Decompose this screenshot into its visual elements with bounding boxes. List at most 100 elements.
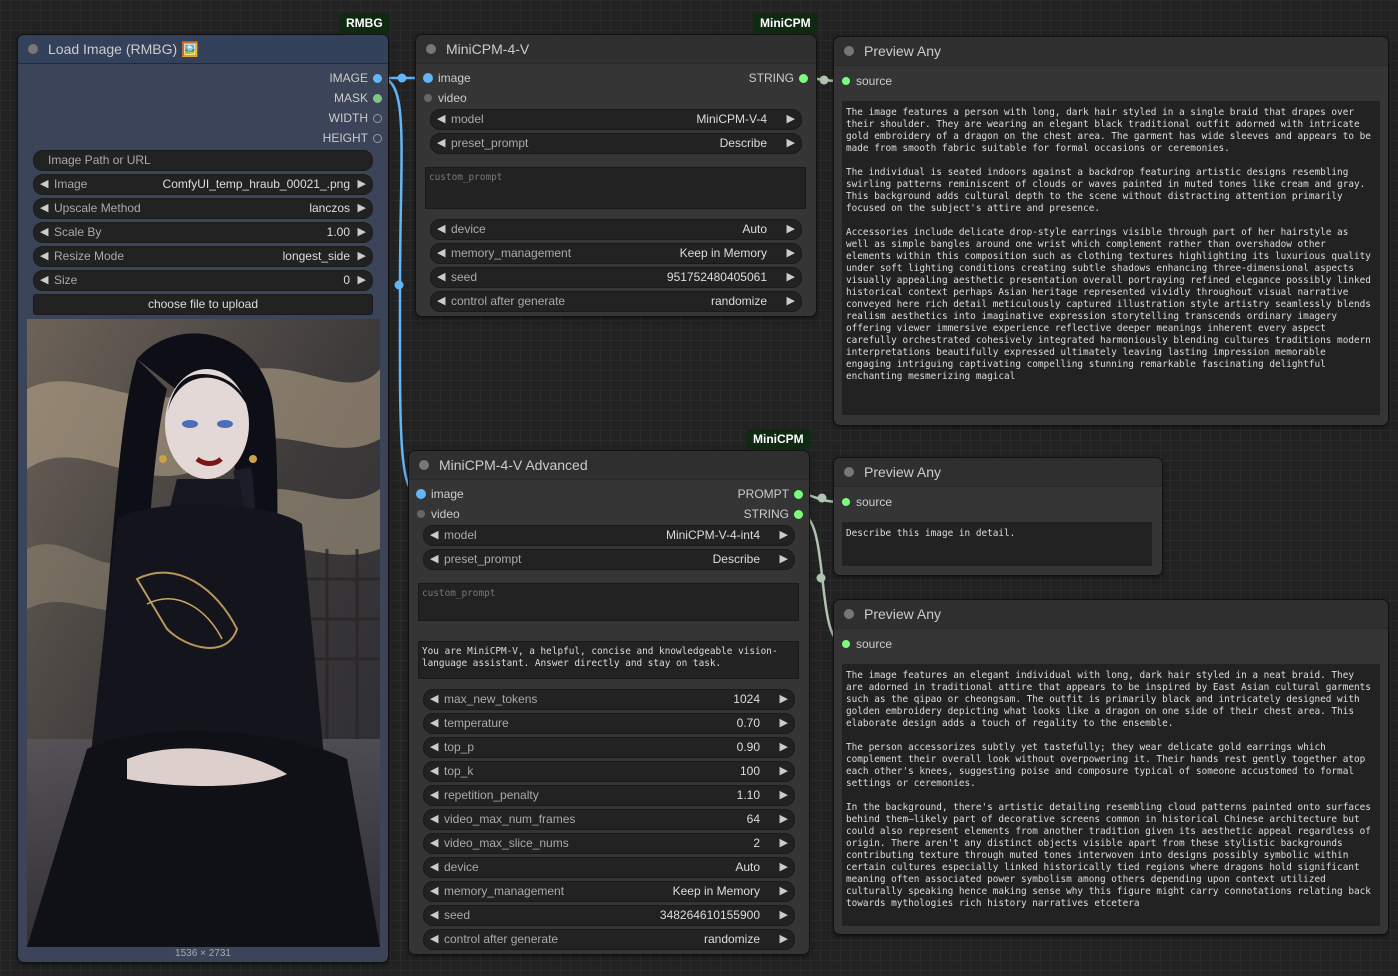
source-slot-icon[interactable] bbox=[842, 498, 850, 506]
arrow-left-icon[interactable]: ◀ bbox=[40, 271, 48, 290]
arrow-right-icon[interactable]: ▶ bbox=[780, 810, 788, 829]
width-slot-icon[interactable] bbox=[373, 114, 382, 123]
custom-prompt-textarea[interactable]: custom_prompt bbox=[418, 583, 799, 621]
input-video[interactable]: video bbox=[420, 88, 467, 108]
preview-any-title[interactable]: Preview Any bbox=[834, 458, 1162, 487]
output-string[interactable]: STRING bbox=[669, 504, 805, 524]
memory-management-select[interactable]: ◀ memory_management Keep in Memory ▶ bbox=[423, 881, 795, 902]
preview-text[interactable]: The image features a person with long, d… bbox=[842, 101, 1380, 415]
device-select[interactable]: ◀ device Auto ▶ bbox=[430, 219, 802, 240]
temperature-input[interactable]: ◀ temperature 0.70 ▶ bbox=[423, 713, 795, 734]
arrow-left-icon[interactable]: ◀ bbox=[40, 199, 48, 218]
arrow-left-icon[interactable]: ◀ bbox=[430, 906, 438, 925]
arrow-right-icon[interactable]: ▶ bbox=[780, 858, 788, 877]
arrow-right-icon[interactable]: ▶ bbox=[780, 690, 788, 709]
arrow-right-icon[interactable]: ▶ bbox=[787, 268, 795, 287]
arrow-right-icon[interactable]: ▶ bbox=[780, 930, 788, 949]
control-after-generate-select[interactable]: ◀ control after generate randomize ▶ bbox=[430, 291, 802, 312]
arrow-right-icon[interactable]: ▶ bbox=[787, 110, 795, 129]
image-slot-icon[interactable] bbox=[424, 74, 432, 82]
output-image[interactable]: IMAGE bbox=[248, 68, 384, 88]
top-p-input[interactable]: ◀ top_p 0.90 ▶ bbox=[423, 737, 795, 758]
string-slot-icon[interactable] bbox=[799, 74, 808, 83]
arrow-left-icon[interactable]: ◀ bbox=[430, 858, 438, 877]
output-string[interactable]: STRING bbox=[674, 68, 810, 88]
arrow-right-icon[interactable]: ▶ bbox=[780, 834, 788, 853]
arrow-left-icon[interactable]: ◀ bbox=[437, 268, 445, 287]
arrow-left-icon[interactable]: ◀ bbox=[430, 834, 438, 853]
system-prompt-textarea[interactable]: You are MiniCPM-V, a helpful, concise an… bbox=[418, 641, 799, 679]
arrow-left-icon[interactable]: ◀ bbox=[430, 550, 438, 569]
arrow-left-icon[interactable]: ◀ bbox=[437, 220, 445, 239]
arrow-left-icon[interactable]: ◀ bbox=[430, 882, 438, 901]
arrow-left-icon[interactable]: ◀ bbox=[430, 762, 438, 781]
arrow-left-icon[interactable]: ◀ bbox=[437, 244, 445, 263]
arrow-right-icon[interactable]: ▶ bbox=[358, 271, 366, 290]
preview-any-title[interactable]: Preview Any bbox=[834, 37, 1388, 66]
arrow-right-icon[interactable]: ▶ bbox=[787, 244, 795, 263]
video-max-slice-nums-input[interactable]: ◀ video_max_slice_nums 2 ▶ bbox=[423, 833, 795, 854]
upload-button[interactable]: choose file to upload bbox=[33, 294, 373, 315]
output-width[interactable]: WIDTH bbox=[248, 108, 384, 128]
video-slot-icon[interactable] bbox=[424, 94, 432, 102]
arrow-right-icon[interactable]: ▶ bbox=[780, 738, 788, 757]
arrow-left-icon[interactable]: ◀ bbox=[430, 810, 438, 829]
custom-prompt-textarea[interactable]: custom_prompt bbox=[425, 167, 806, 209]
preview-any-node-2[interactable]: Preview Any source Describe this image i… bbox=[834, 458, 1162, 575]
height-slot-icon[interactable] bbox=[373, 134, 382, 143]
arrow-left-icon[interactable]: ◀ bbox=[430, 786, 438, 805]
image-path-input[interactable]: Image Path or URL bbox=[33, 150, 373, 171]
preview-any-title[interactable]: Preview Any bbox=[834, 600, 1388, 629]
collapse-dot-icon[interactable] bbox=[844, 467, 854, 477]
upscale-method-select[interactable]: ◀ Upscale Method lanczos ▶ bbox=[33, 198, 373, 219]
preview-any-node-3[interactable]: Preview Any source The image features an… bbox=[834, 600, 1388, 934]
model-select[interactable]: ◀ model MiniCPM-V-4-int4 ▶ bbox=[423, 525, 795, 546]
preview-text[interactable]: Describe this image in detail. bbox=[842, 522, 1152, 566]
source-slot-icon[interactable] bbox=[842, 640, 850, 648]
arrow-left-icon[interactable]: ◀ bbox=[437, 134, 445, 153]
input-video[interactable]: video bbox=[413, 504, 460, 524]
output-height[interactable]: HEIGHT bbox=[248, 128, 384, 148]
device-select[interactable]: ◀ device Auto ▶ bbox=[423, 857, 795, 878]
control-after-generate-select[interactable]: ◀ control after generate randomize ▶ bbox=[423, 929, 795, 950]
mask-slot-icon[interactable] bbox=[373, 94, 382, 103]
preview-any-node-1[interactable]: Preview Any source The image features a … bbox=[834, 37, 1388, 425]
top-k-input[interactable]: ◀ top_k 100 ▶ bbox=[423, 761, 795, 782]
collapse-dot-icon[interactable] bbox=[844, 609, 854, 619]
resize-mode-select[interactable]: ◀ Resize Mode longest_side ▶ bbox=[33, 246, 373, 267]
output-mask[interactable]: MASK bbox=[248, 88, 384, 108]
image-slot-icon[interactable] bbox=[417, 490, 425, 498]
input-image[interactable]: image bbox=[413, 484, 464, 504]
arrow-right-icon[interactable]: ▶ bbox=[787, 292, 795, 311]
arrow-left-icon[interactable]: ◀ bbox=[430, 714, 438, 733]
arrow-left-icon[interactable]: ◀ bbox=[437, 110, 445, 129]
arrow-right-icon[interactable]: ▶ bbox=[358, 223, 366, 242]
collapse-dot-icon[interactable] bbox=[28, 44, 38, 54]
minicpm-advanced-node[interactable]: MiniCPM-4-V Advanced image video PROMPT … bbox=[409, 451, 809, 954]
prompt-slot-icon[interactable] bbox=[794, 490, 803, 499]
arrow-right-icon[interactable]: ▶ bbox=[780, 882, 788, 901]
arrow-left-icon[interactable]: ◀ bbox=[430, 526, 438, 545]
model-select[interactable]: ◀ model MiniCPM-V-4 ▶ bbox=[430, 109, 802, 130]
repetition-penalty-input[interactable]: ◀ repetition_penalty 1.10 ▶ bbox=[423, 785, 795, 806]
image-slot-icon[interactable] bbox=[373, 74, 382, 83]
arrow-left-icon[interactable]: ◀ bbox=[40, 247, 48, 266]
preset-prompt-select[interactable]: ◀ preset_prompt Describe ▶ bbox=[423, 549, 795, 570]
output-prompt[interactable]: PROMPT bbox=[669, 484, 805, 504]
arrow-right-icon[interactable]: ▶ bbox=[358, 175, 366, 194]
input-source[interactable]: source bbox=[838, 71, 892, 91]
image-select[interactable]: ◀ Image ComfyUI_temp_hraub_00021_.png ▶ bbox=[33, 174, 373, 195]
arrow-left-icon[interactable]: ◀ bbox=[40, 223, 48, 242]
arrow-right-icon[interactable]: ▶ bbox=[780, 550, 788, 569]
string-slot-icon[interactable] bbox=[794, 510, 803, 519]
arrow-right-icon[interactable]: ▶ bbox=[787, 134, 795, 153]
load-image-title[interactable]: Load Image (RMBG) 🖼️ bbox=[18, 35, 388, 64]
arrow-left-icon[interactable]: ◀ bbox=[40, 175, 48, 194]
arrow-left-icon[interactable]: ◀ bbox=[430, 738, 438, 757]
minicpm-node[interactable]: MiniCPM-4-V image video STRING ◀ model Min… bbox=[416, 35, 816, 316]
arrow-right-icon[interactable]: ▶ bbox=[358, 247, 366, 266]
arrow-right-icon[interactable]: ▶ bbox=[787, 220, 795, 239]
arrow-right-icon[interactable]: ▶ bbox=[358, 199, 366, 218]
minicpm-title[interactable]: MiniCPM-4-V bbox=[416, 35, 816, 64]
collapse-dot-icon[interactable] bbox=[844, 46, 854, 56]
